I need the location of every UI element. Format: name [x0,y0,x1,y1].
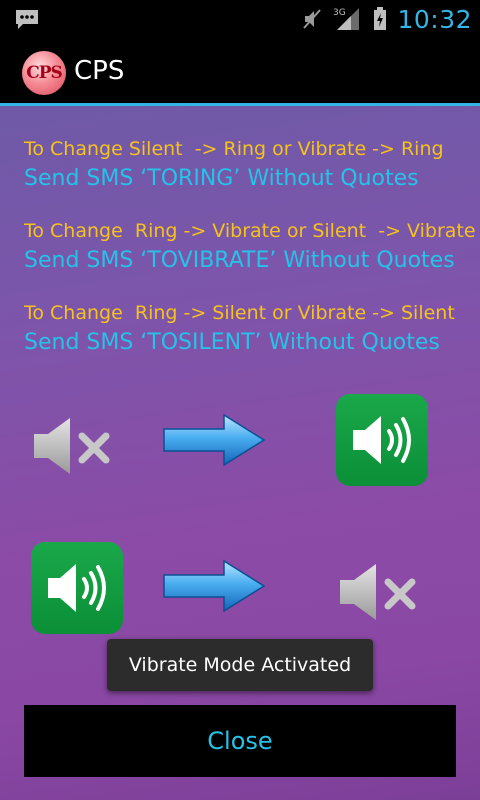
close-button[interactable]: Close [24,705,456,777]
instruction-ring: To Change Silent -> Ring or Vibrate -> R… [24,138,474,191]
app-title: CPS [74,56,125,86]
vibrate-mode-icon [303,9,322,29]
muted-speaker-icon [340,564,416,620]
instruction-vibrate: To Change Ring -> Vibrate or Silent -> V… [24,220,476,273]
battery-charging-icon [374,7,387,30]
app-logo-icon[interactable]: CPS [22,51,66,95]
instruction-heading: To Change Silent -> Ring or Vibrate -> R… [24,138,444,160]
status-time: 10:32 [397,4,472,34]
close-button-label: Close [207,727,273,755]
status-bar: 3G 10:32 [0,0,480,38]
instruction-silent: To Change Ring -> Silent or Vibrate -> S… [24,302,474,355]
status-icons: 3G 10:32 [301,0,472,38]
speaker-on-icon [353,416,411,464]
app-logo-text: CPS [26,63,63,83]
muted-speaker-icon [34,418,110,474]
speaker-on-tile [31,542,123,634]
instruction-sms-command: Send SMS ‘TOVIBRATE’ Without Quotes [24,248,455,273]
toast-text: Vibrate Mode Activated [128,654,352,676]
network-type-label: 3G [333,8,346,18]
arrow-right-icon [163,559,266,613]
instruction-sms-command: Send SMS ‘TORING’ Without Quotes [24,166,419,191]
speaker-on-icon [48,564,106,612]
instruction-heading: To Change Ring -> Silent or Vibrate -> S… [24,302,455,324]
action-bar: CPS CPS [0,38,480,106]
arrow-right-icon [163,413,266,467]
speaker-on-tile [336,394,428,486]
sms-notification-icon [16,10,38,29]
instruction-heading: To Change Ring -> Vibrate or Silent -> V… [24,220,476,242]
signal-icon: 3G [333,8,360,30]
main-content: To Change Silent -> Ring or Vibrate -> R… [0,106,480,800]
toast-message: Vibrate Mode Activated [107,639,373,691]
instruction-sms-command: Send SMS ‘TOSILENT’ Without Quotes [24,330,440,355]
